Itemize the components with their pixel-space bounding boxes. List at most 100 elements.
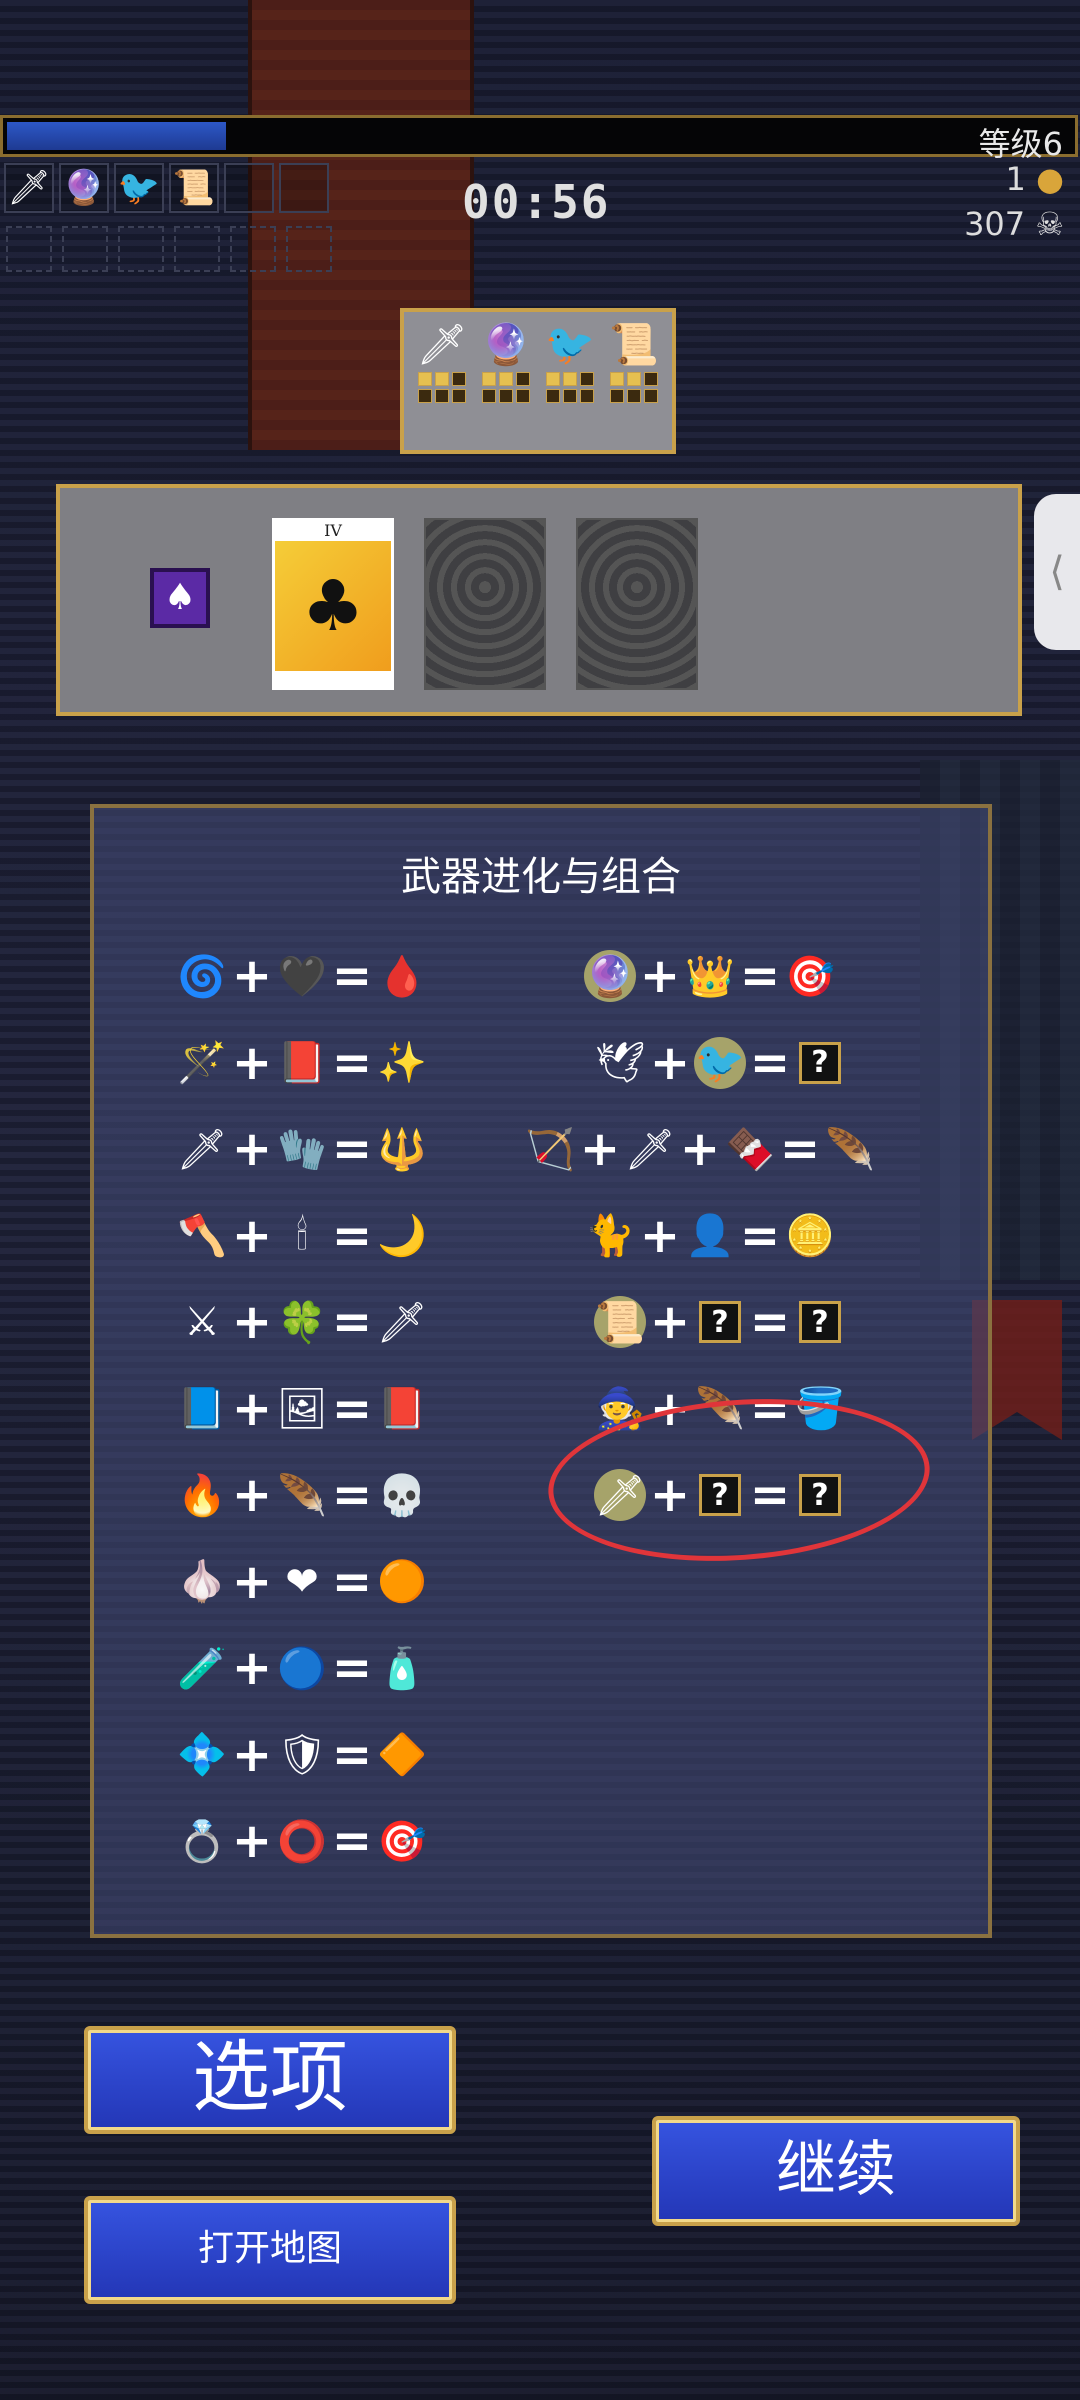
item-icon[interactable]: 🗡 <box>376 1296 428 1348</box>
options-button[interactable]: 选项 <box>84 2026 456 2134</box>
item-icon[interactable]: 📘 <box>176 1383 228 1435</box>
level-pip <box>610 372 624 386</box>
item-icon[interactable]: 📕 <box>276 1037 328 1089</box>
unknown-item-icon[interactable]: ? <box>799 1041 841 1084</box>
item-icon[interactable]: 🍀 <box>276 1296 328 1348</box>
item-icon[interactable]: ⭕ <box>276 1815 328 1867</box>
item-icon[interactable]: 🕯 <box>276 1210 328 1262</box>
item-icon[interactable]: 🌀 <box>176 950 228 1002</box>
arcana-spade-icon[interactable]: ♠ <box>150 568 210 628</box>
evolution-recipe: 💍 + ⭕ = 🎯 <box>176 1811 428 1871</box>
item-icon[interactable]: 🟠 <box>376 1556 428 1608</box>
level-pip <box>580 372 594 386</box>
item-icon[interactable]: 🔶 <box>376 1729 428 1781</box>
equals-sign: = <box>331 1726 373 1783</box>
item-icon[interactable]: 🍫 <box>724 1123 776 1175</box>
item-icon[interactable]: 🪶 <box>824 1123 876 1175</box>
passive-slots <box>6 226 332 272</box>
level-pip <box>435 389 449 403</box>
scroll-icon: 📜 <box>169 163 219 213</box>
item-icon[interactable]: 👑 <box>684 950 736 1002</box>
equals-sign: = <box>739 1207 781 1264</box>
arcana-card-active[interactable]: IV ♣ <box>272 518 394 690</box>
evolution-recipe: 🧄 + ❤ = 🟠 <box>176 1552 428 1612</box>
flail-icon: ♣ <box>301 565 365 647</box>
item-icon[interactable]: ❤ <box>276 1556 328 1608</box>
item-icon[interactable]: 💠 <box>176 1729 228 1781</box>
item-icon[interactable]: 🎯 <box>784 950 836 1002</box>
item-icon[interactable]: 🧄 <box>176 1556 228 1608</box>
level-pip <box>516 372 530 386</box>
item-icon[interactable]: 🪶 <box>276 1469 328 1521</box>
evolution-recipe: 🧪 + 🔵 = 🧴 <box>176 1638 428 1698</box>
item-icon[interactable]: 📜 <box>594 1296 646 1348</box>
item-icon[interactable]: 🎯 <box>376 1815 428 1867</box>
evolution-recipe: 🐈 + 👤 = 🪙 <box>584 1206 836 1266</box>
item-icon[interactable]: 👤 <box>684 1210 736 1262</box>
gold-counter: 1 ● <box>1006 160 1064 198</box>
equals-sign: = <box>331 948 373 1004</box>
plus-sign: + <box>231 1726 273 1783</box>
item-icon[interactable]: 🧪 <box>176 1642 228 1694</box>
evolution-recipe: ⚔ + 🍀 = 🗡 <box>176 1292 428 1352</box>
plus-sign: + <box>231 1467 273 1523</box>
equals-sign: = <box>749 1034 791 1091</box>
item-icon[interactable]: 🪄 <box>176 1037 228 1089</box>
item-icon[interactable]: 🔥 <box>176 1469 228 1521</box>
plus-sign: + <box>231 1034 273 1091</box>
plus-sign: + <box>231 1813 273 1869</box>
item-icon[interactable]: 🐦 <box>694 1036 746 1089</box>
item-icon[interactable]: 🪙 <box>784 1210 836 1262</box>
item-icon[interactable]: 🖼 <box>276 1383 328 1435</box>
unknown-item-icon[interactable]: ? <box>699 1301 741 1343</box>
level-pip <box>499 389 513 403</box>
equals-sign: = <box>331 1034 373 1091</box>
item-icon[interactable]: 🕊 <box>594 1037 646 1089</box>
item-icon[interactable]: 🪓 <box>176 1210 228 1262</box>
item-icon[interactable]: 🌙 <box>376 1210 428 1262</box>
level-pip <box>563 372 577 386</box>
item-icon[interactable]: 🔱 <box>376 1123 428 1175</box>
item-icon[interactable]: 🩸 <box>376 950 428 1002</box>
item-icon[interactable]: 🏹 <box>524 1123 576 1175</box>
empty-slot <box>62 226 108 272</box>
evolution-recipe: 🔮 + 👑 = 🎯 <box>584 946 836 1006</box>
open-map-button[interactable]: 打开地图 <box>84 2196 456 2304</box>
item-icon[interactable]: 📕 <box>376 1383 428 1435</box>
level-label: 等级6 <box>978 125 1063 163</box>
item-icon[interactable]: 🐈 <box>584 1210 636 1262</box>
item-icon[interactable]: 🧤 <box>276 1123 328 1175</box>
arcana-card-empty[interactable] <box>424 518 546 690</box>
equals-sign: = <box>331 1640 373 1696</box>
level-pip <box>610 389 624 403</box>
equals-sign: = <box>331 1813 373 1869</box>
level-pip <box>644 372 658 386</box>
item-icon[interactable]: 🗡 <box>624 1123 676 1175</box>
weapon-slots: 🗡 🔮 🐦 📜 <box>4 163 329 213</box>
item-icon[interactable]: 🧴 <box>376 1642 428 1694</box>
empty-slot <box>118 226 164 272</box>
plus-sign: + <box>231 1121 273 1177</box>
equals-sign: = <box>749 1294 791 1350</box>
side-panel-tab[interactable]: ⟨ <box>1034 494 1080 650</box>
level-pip <box>546 372 560 386</box>
item-icon[interactable]: ✨ <box>376 1037 428 1089</box>
arcana-card-empty[interactable] <box>576 518 698 690</box>
continue-button[interactable]: 继续 <box>652 2116 1020 2226</box>
item-icon[interactable]: 💍 <box>176 1815 228 1867</box>
kills-value: 307 <box>964 205 1026 243</box>
item-icon[interactable]: 🔮 <box>584 950 636 1002</box>
unknown-item-icon[interactable]: ? <box>799 1301 841 1343</box>
item-icon[interactable]: 🛡 <box>276 1729 328 1781</box>
weapon-level-column: 📜 <box>606 318 662 444</box>
empty-slot <box>230 226 276 272</box>
item-icon[interactable]: 💀 <box>376 1469 428 1521</box>
item-icon[interactable]: 🖤 <box>276 950 328 1002</box>
equals-sign: = <box>331 1467 373 1523</box>
item-icon[interactable]: ⚔ <box>176 1296 228 1348</box>
weapon-level-column: 🗡 <box>414 318 470 444</box>
item-icon[interactable]: 🗡 <box>176 1123 228 1175</box>
magic-circle-icon: 🔮 <box>59 163 109 213</box>
item-icon[interactable]: 🔵 <box>276 1642 328 1694</box>
plus-sign: + <box>231 1380 273 1437</box>
